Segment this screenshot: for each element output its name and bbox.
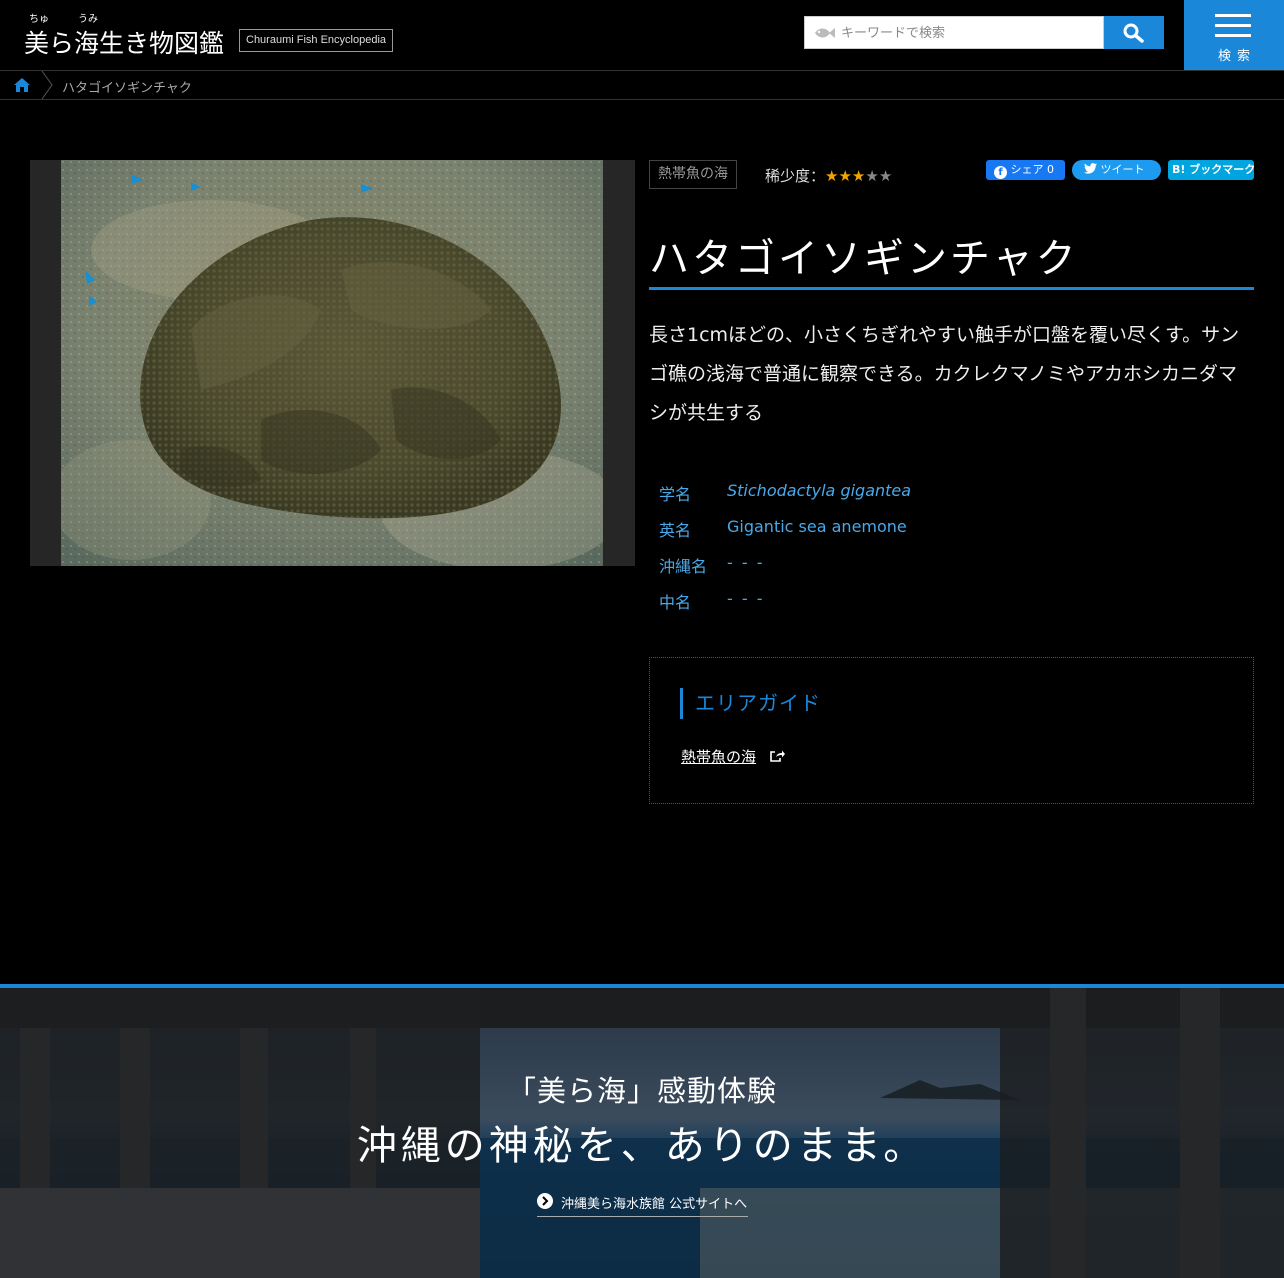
area-guide-heading: エリアガイド <box>680 688 821 719</box>
search-box <box>804 16 1104 49</box>
info-key: 沖縄名 <box>659 557 708 576</box>
hatena-bookmark-label: B! ブックマーク <box>1172 163 1256 176</box>
area-guide-box: エリアガイド 熱帯魚の海 <box>649 657 1254 804</box>
info-value: - - - <box>727 553 765 572</box>
species-info-table: 学名 Stichodactyla gigantea 英名 Gigantic se… <box>649 472 1254 616</box>
info-row-scientific-name: 学名 Stichodactyla gigantea <box>649 472 1254 508</box>
rarity-rating: 稀少度：★★★★★ <box>765 165 892 186</box>
menu-label: 検索 <box>1217 49 1256 64</box>
search-button[interactable] <box>1104 16 1164 49</box>
facebook-icon: f <box>994 166 1007 179</box>
banner-headline: 沖縄の神秘を、ありのまま。 <box>356 1123 928 1169</box>
species-photo <box>61 160 603 566</box>
external-link-icon <box>770 750 785 762</box>
species-photo-frame <box>30 160 635 566</box>
circle-arrow-icon <box>537 1193 553 1209</box>
official-site-link-label: 沖縄美ら海水族館 公式サイトへ <box>561 1197 748 1212</box>
search-input[interactable] <box>841 21 1097 45</box>
star-filled-icon: ★ <box>825 167 839 185</box>
breadcrumb-current: ハタゴイソギンチャク <box>62 81 192 96</box>
logo-ruby-umi: うみ <box>78 14 98 25</box>
rarity-stars: ★★★★★ <box>825 167 892 185</box>
info-value: Stichodactyla gigantea <box>727 481 912 500</box>
info-row-english-name: 英名 Gigantic sea anemone <box>649 508 1254 544</box>
info-key: 英名 <box>659 521 692 540</box>
official-site-link[interactable]: 沖縄美ら海水族館 公式サイトへ <box>537 1191 748 1217</box>
menu-button[interactable]: 検索 <box>1184 0 1284 70</box>
info-value: Gigantic sea anemone <box>727 517 907 536</box>
logo-ruby-chu: ちゅ <box>29 14 49 25</box>
aquarium-banner[interactable]: 「美ら海」感動体験 沖縄の神秘を、ありのまま。 沖縄美ら海水族館 公式サイトへ <box>0 984 1284 1278</box>
info-value: - - - <box>727 589 765 608</box>
fish-icon <box>815 28 835 38</box>
info-row-chinese-name: 中名 - - - <box>649 580 1254 616</box>
logo-title: 美ら海生き物図鑑 <box>24 29 225 58</box>
facebook-share-button[interactable]: f シェア 0 <box>986 160 1065 180</box>
hamburger-icon <box>1215 14 1251 44</box>
breadcrumb: ハタゴイソギンチャク <box>0 70 1284 100</box>
area-guide-link[interactable]: 熱帯魚の海 <box>681 746 756 767</box>
twitter-tweet-label: ツイート <box>1100 163 1145 176</box>
facebook-share-label: シェア 0 <box>1010 163 1055 176</box>
logo-subtitle: Churaumi Fish Encyclopedia <box>239 29 394 52</box>
twitter-tweet-button[interactable]: ツイート <box>1072 160 1161 180</box>
star-filled-icon: ★ <box>838 167 852 185</box>
species-title: ハタゴイソギンチャク <box>649 232 1254 290</box>
search-icon <box>1123 23 1144 43</box>
info-key: 学名 <box>659 485 692 504</box>
twitter-icon <box>1084 163 1097 174</box>
star-filled-icon: ★ <box>851 167 866 185</box>
banner-tagline: 「美ら海」感動体験 <box>506 1074 777 1108</box>
breadcrumb-separator <box>41 71 53 99</box>
species-description: 長さ1cmほどの、小さくちぎれやすい触手が口盤を覆い尽くす。サンゴ礁の浅海で普通… <box>649 324 1240 424</box>
home-icon[interactable] <box>13 77 31 93</box>
star-empty-icon: ★ <box>878 167 893 185</box>
area-tag[interactable]: 熱帯魚の海 <box>649 160 737 189</box>
site-header: ちゅ うみ 美ら海生き物図鑑 Churaumi Fish Encyclopedi… <box>0 0 1284 70</box>
info-row-okinawan-name: 沖縄名 - - - <box>649 544 1254 580</box>
rarity-label: 稀少度： <box>765 167 826 185</box>
star-empty-icon: ★ <box>865 167 879 185</box>
info-key: 中名 <box>659 593 692 612</box>
hatena-bookmark-button[interactable]: B! ブックマーク <box>1168 160 1256 180</box>
